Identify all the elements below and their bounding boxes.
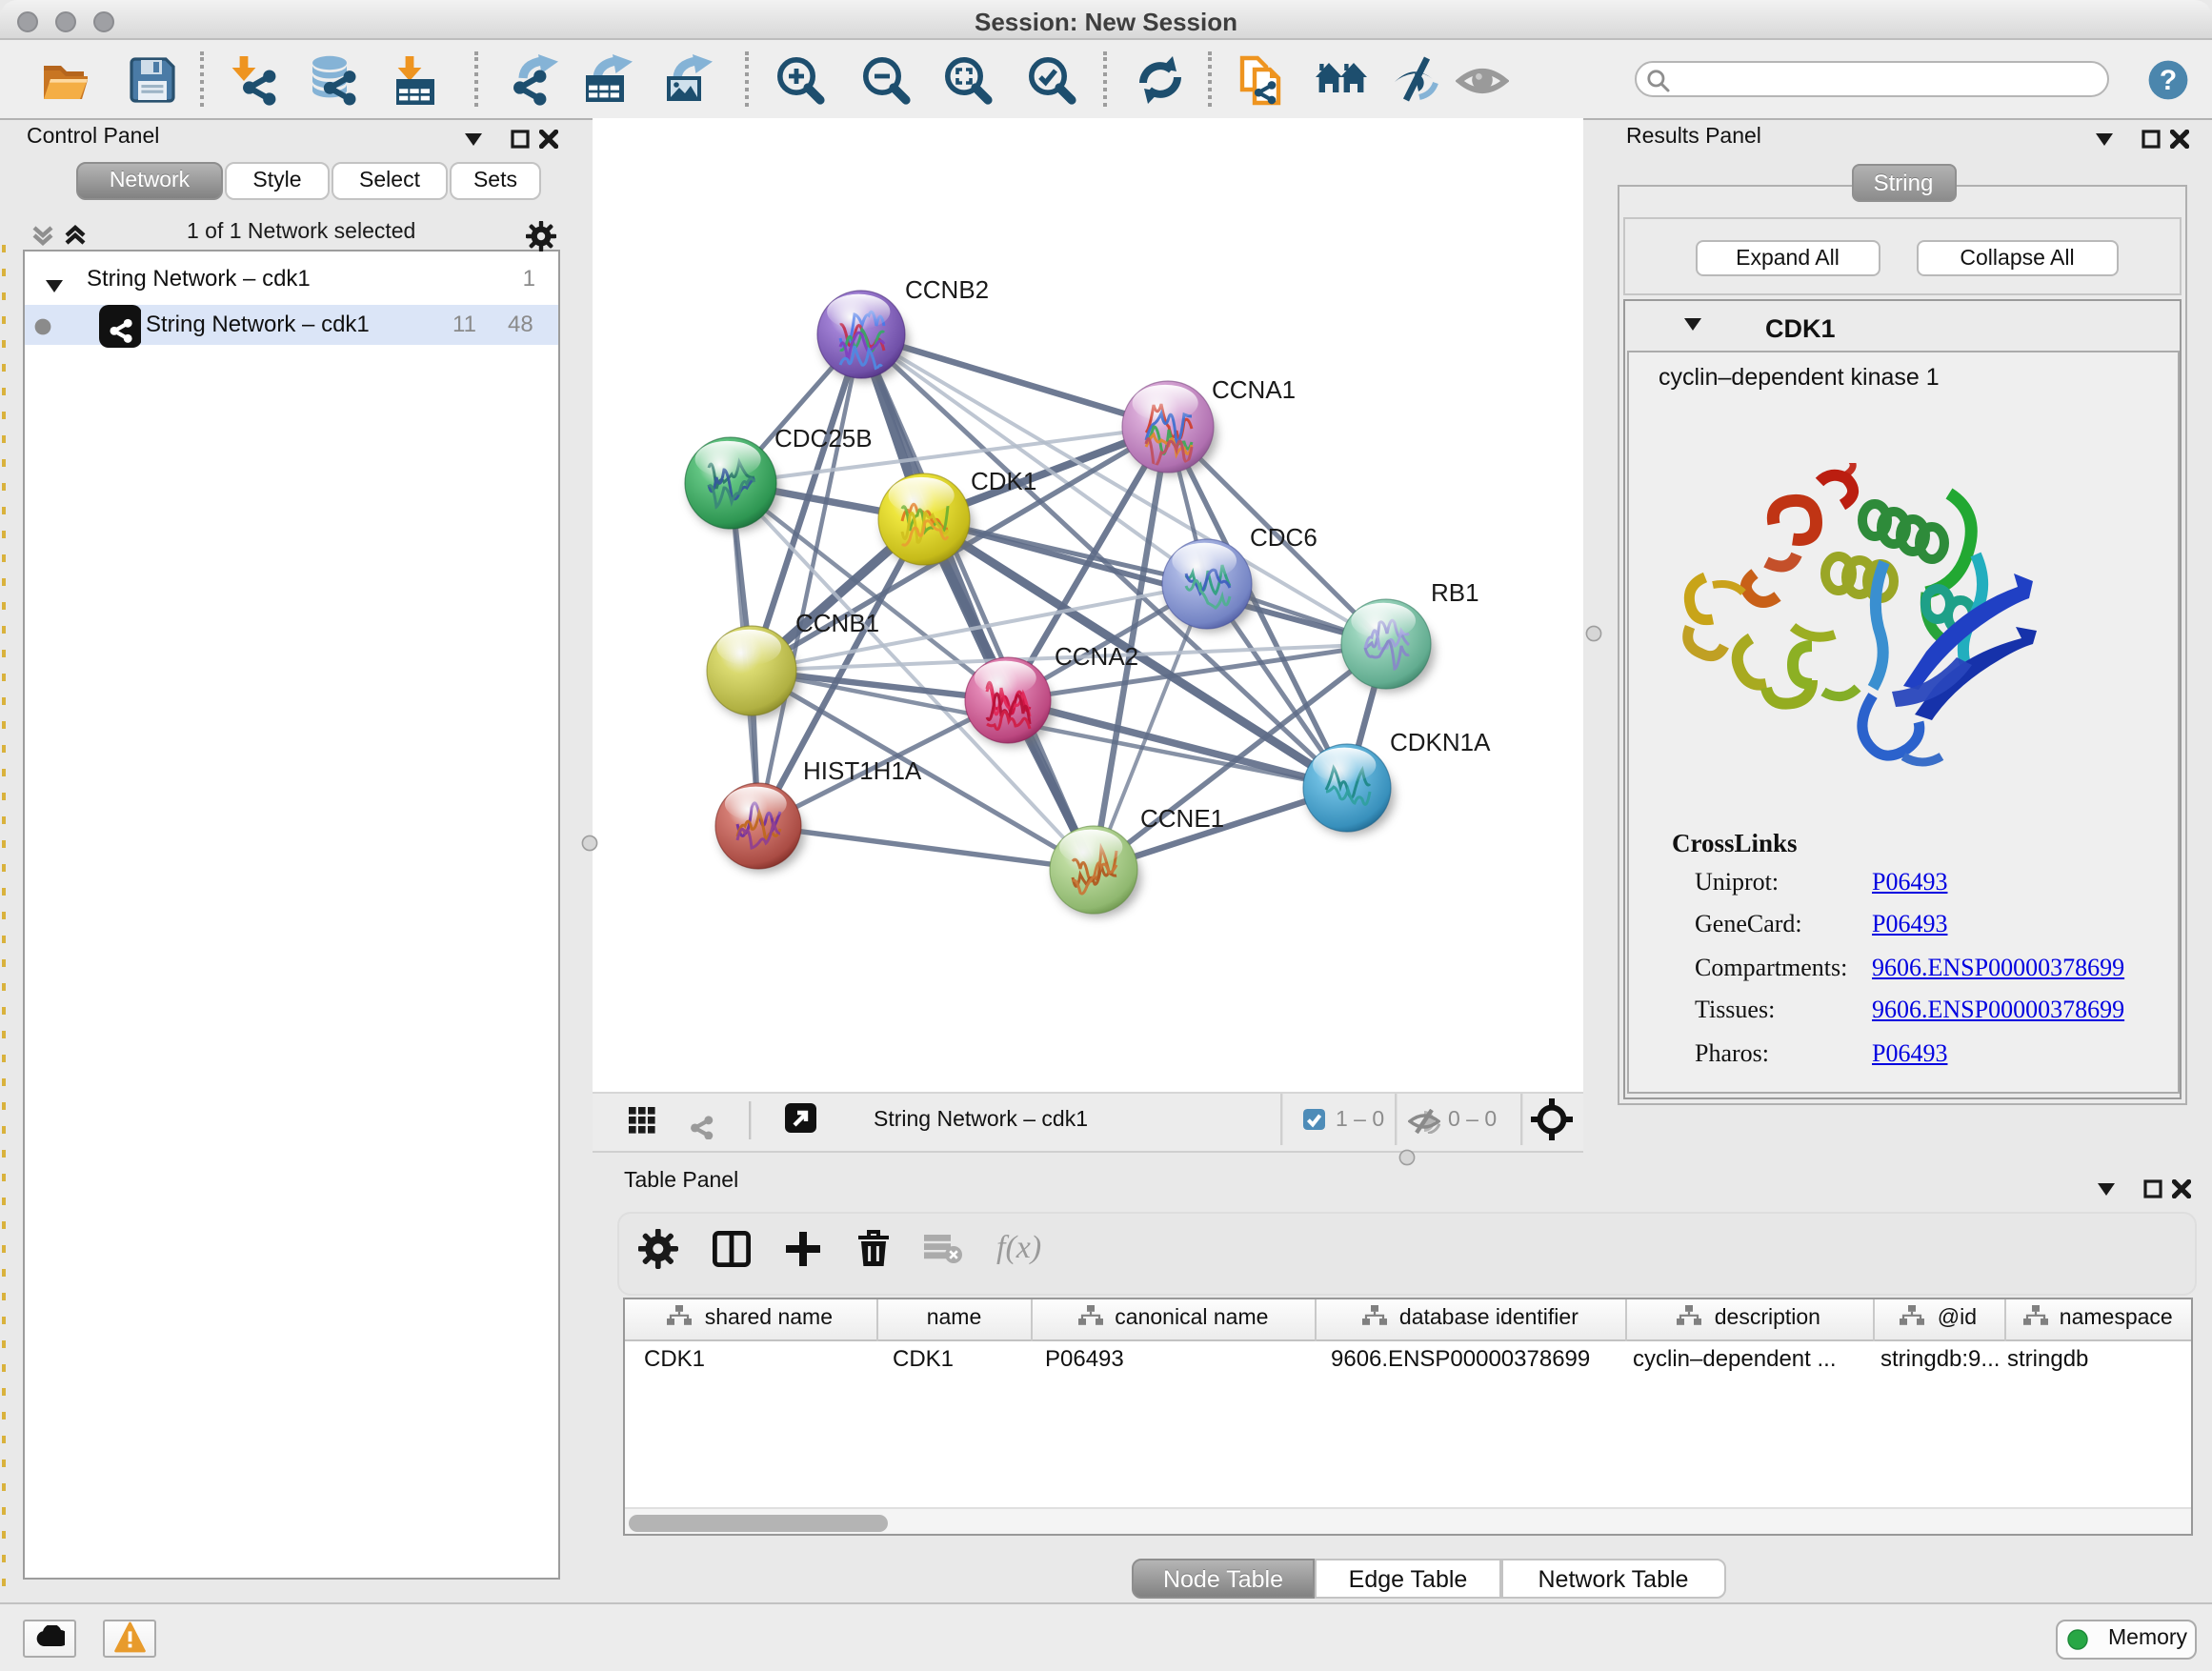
svg-text:CCNE1: CCNE1 (1140, 804, 1224, 833)
svg-text:CCNA2: CCNA2 (1055, 642, 1138, 671)
svg-text:HIST1H1A: HIST1H1A (803, 756, 922, 785)
svg-text:CDC6: CDC6 (1250, 523, 1317, 552)
svg-text:CDC25B: CDC25B (774, 424, 873, 453)
svg-text:CCNB1: CCNB1 (795, 609, 879, 637)
svg-text:?: ? (2160, 65, 2177, 96)
svg-text:CDKN1A: CDKN1A (1390, 728, 1491, 756)
svg-text:RB1: RB1 (1431, 578, 1479, 607)
svg-text:CCNB2: CCNB2 (905, 275, 989, 304)
svg-text:CCNA1: CCNA1 (1212, 375, 1296, 404)
svg-text:CDK1: CDK1 (971, 467, 1036, 495)
